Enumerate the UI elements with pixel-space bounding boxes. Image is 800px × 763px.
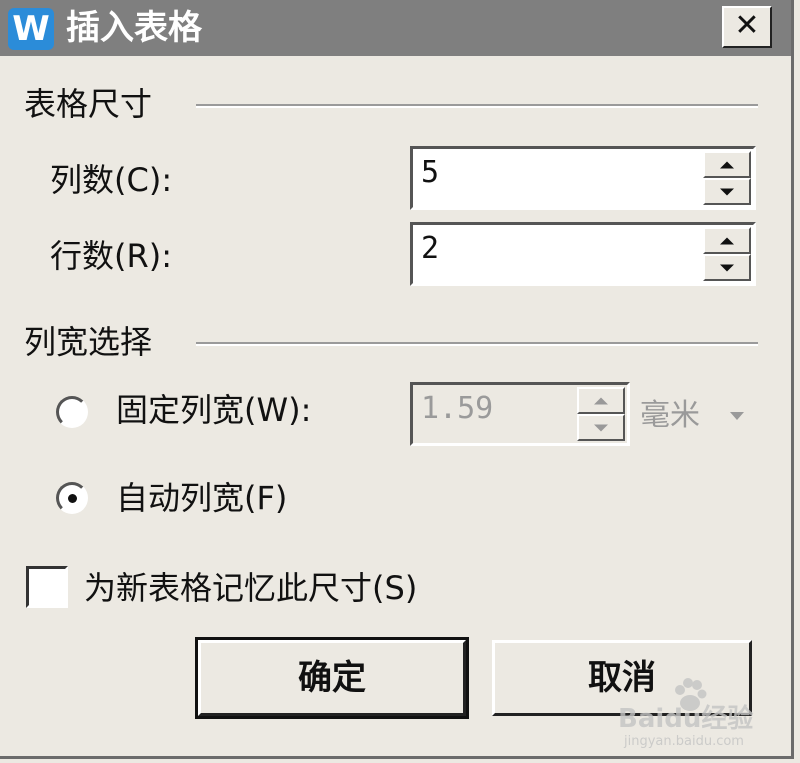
- rows-colon: :: [161, 237, 172, 275]
- fixed-width-radio[interactable]: [56, 396, 88, 428]
- auto-width-label-text: 自动列宽: [116, 479, 245, 517]
- insert-table-dialog: W 插入表格 ✕ 表格尺寸 列数(C): 5 行数(R): 2 列宽选择 固定列…: [0, 0, 794, 759]
- unit-dropdown[interactable]: 毫米: [640, 396, 700, 436]
- close-icon: ✕: [734, 8, 760, 43]
- chevron-down-icon[interactable]: [730, 412, 744, 420]
- fixed-width-spin-buttons: [577, 387, 625, 441]
- column-width-group-title: 列宽选择: [24, 323, 153, 361]
- remember-size-label-text: 为新表格记忆此尺寸: [84, 569, 373, 607]
- watermark-url: jingyan.baidu.com: [624, 734, 744, 749]
- fixed-width-label-text: 固定列宽: [116, 391, 245, 429]
- columns-value[interactable]: 5: [421, 153, 439, 193]
- rows-spin-buttons: [703, 227, 751, 281]
- rows-label: 行数(R):: [50, 236, 172, 276]
- arrow-up-icon: [594, 397, 608, 404]
- columns-label: 列数(C):: [50, 160, 172, 200]
- rows-accelerator: (R): [114, 237, 162, 275]
- fixed-width-spinbox[interactable]: 1.59: [410, 382, 630, 446]
- rows-value[interactable]: 2: [421, 229, 439, 269]
- arrow-down-icon: [594, 424, 608, 431]
- columns-decrement-button[interactable]: [703, 178, 751, 205]
- close-button[interactable]: ✕: [722, 6, 772, 48]
- fixed-width-colon: :: [300, 391, 312, 429]
- watermark-text: Baidu经验: [618, 704, 754, 734]
- remember-size-checkbox[interactable]: [26, 566, 68, 608]
- fixed-width-accelerator: (W): [244, 391, 301, 429]
- rows-decrement-button[interactable]: [703, 254, 751, 281]
- dialog-title: 插入表格: [66, 8, 202, 48]
- remember-size-label[interactable]: 为新表格记忆此尺寸(S): [84, 568, 417, 608]
- ok-button-label: 确定: [298, 658, 366, 698]
- columns-increment-button[interactable]: [703, 151, 751, 178]
- fixed-width-value[interactable]: 1.59: [421, 389, 493, 429]
- table-size-group-title: 表格尺寸: [24, 85, 153, 123]
- fixed-width-increment-button[interactable]: [577, 387, 625, 414]
- columns-accelerator: (C): [114, 161, 162, 199]
- fixed-width-label[interactable]: 固定列宽(W):: [116, 390, 311, 430]
- rows-label-text: 行数: [50, 237, 115, 275]
- wps-app-icon: W: [8, 8, 54, 50]
- columns-spin-buttons: [703, 151, 751, 205]
- column-width-divider: [196, 342, 758, 346]
- arrow-up-icon: [720, 161, 734, 168]
- rows-spinbox[interactable]: 2: [410, 222, 756, 286]
- fixed-width-decrement-button[interactable]: [577, 414, 625, 441]
- auto-width-label[interactable]: 自动列宽(F): [116, 478, 287, 518]
- remember-size-accelerator: (S): [372, 569, 418, 607]
- columns-label-text: 列数: [50, 161, 115, 199]
- auto-width-radio[interactable]: [56, 482, 88, 514]
- arrow-down-icon: [720, 264, 734, 271]
- ok-button[interactable]: 确定: [195, 637, 469, 719]
- baidu-watermark: Baidu经验 jingyan.baidu.com: [610, 676, 780, 756]
- columns-colon: :: [161, 161, 173, 199]
- arrow-down-icon: [720, 188, 734, 195]
- table-size-divider: [196, 104, 758, 108]
- arrow-up-icon: [720, 237, 734, 244]
- radio-selected-dot: [68, 494, 77, 503]
- rows-increment-button[interactable]: [703, 227, 751, 254]
- columns-spinbox[interactable]: 5: [410, 146, 756, 210]
- auto-width-accelerator: (F): [244, 479, 288, 517]
- title-bar[interactable]: W 插入表格 ✕: [0, 0, 791, 56]
